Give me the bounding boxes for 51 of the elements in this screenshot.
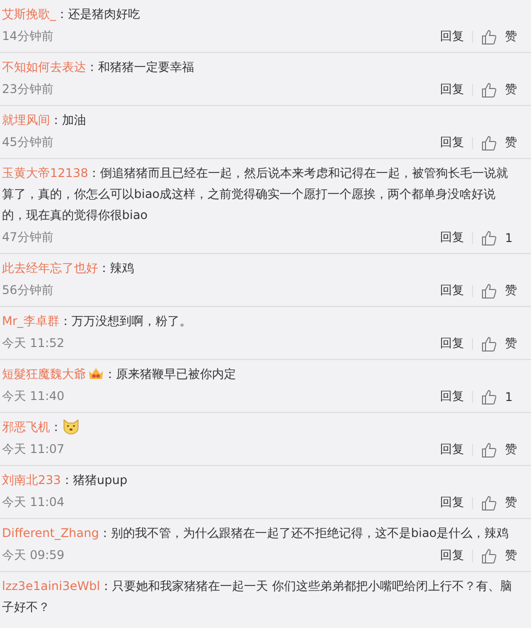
like-count[interactable]: 赞 [505,441,519,458]
like-count[interactable]: 1 [505,390,519,404]
thumbs-up-icon[interactable] [481,494,497,510]
comment-time: 今天 09:59 [2,547,64,564]
thumbs-up-icon[interactable] [481,134,497,150]
comment-text: Different_Zhang：别的我不管，为什么跟猪在一起了还不拒绝记得，这不是biao是什么，辣鸡 [2,525,510,542]
reply-link[interactable]: 回复 [440,81,464,98]
thumbs-up-icon[interactable] [481,442,497,458]
comment-text: 刘南北233：猪猪upup [2,472,128,489]
comment-time: 今天 11:40 [2,388,64,405]
comment-text: 不知如何去表达：和猪猪一定要幸福 [2,59,195,76]
comment-text: 就埋风间：加油 [2,112,87,129]
comment-text: lzz3e1aini3eWbl：只要她和我家猪猪在一起一天 你们这些弟弟都把小嘴吧给闭上行不？有、脑子好不？ [2,578,513,616]
comment-time: 47分钟前 [2,229,54,246]
reply-link[interactable]: 回复 [440,388,464,405]
reply-link[interactable]: 回复 [440,229,464,246]
like-count[interactable]: 1 [505,230,519,244]
like-count[interactable]: 赞 [505,134,519,151]
comment-time: 56分钟前 [2,282,54,299]
comment-text: 此去经年忘了也好：辣鸡 [2,260,135,277]
reply-link[interactable]: 回复 [440,282,464,299]
comment-time: 23分钟前 [2,81,54,98]
comment-text: Mr_李卓群：万万没想到啊，粉了。 [2,313,192,330]
like-count[interactable]: 赞 [505,494,519,511]
thumbs-up-icon[interactable] [481,548,497,564]
like-count[interactable]: 赞 [505,81,519,98]
reply-link[interactable]: 回复 [440,335,464,352]
comment-time: 14分钟前 [2,28,54,45]
comment-time: 今天 11:04 [2,494,64,511]
reply-link[interactable]: 回复 [440,441,464,458]
thumbs-up-icon[interactable] [481,230,497,246]
thumbs-up-icon[interactable] [481,282,497,298]
comment-time: 今天 11:07 [2,441,64,458]
reply-link[interactable]: 回复 [440,494,464,511]
thumbs-up-icon[interactable] [481,28,497,44]
comment-text: 邪恶飞机： [2,417,519,438]
comment-text: 玉黄大帝12138：倒追猪猪而且已经在一起，然后说本来考虑和记得在一起，被管狗长毛一说就算了，真的，你怎么可以biao成这样，之前觉得确实一个愿打一个愿挨，两个都单身没啥好说的，现在真的觉得你很biao [2,165,510,224]
reply-link[interactable]: 回复 [440,28,464,45]
comment-text: 艾斯挽歌_：还是猪肉好吃 [2,6,141,23]
like-count[interactable]: 赞 [505,547,519,564]
comment-time: 今天 11:52 [2,335,64,352]
comment-time: 45分钟前 [2,134,54,151]
like-count[interactable]: 赞 [505,335,519,352]
thumbs-up-icon[interactable] [481,82,497,98]
reply-link[interactable]: 回复 [440,547,464,564]
thumbs-up-icon[interactable] [481,336,497,352]
reply-link[interactable]: 回复 [440,134,464,151]
like-count[interactable]: 赞 [505,28,519,45]
thumbs-up-icon[interactable] [481,388,497,404]
comment-text: 短髮狂魔魏大爺 ：原来猪鞭早已被你内定 [2,365,237,383]
like-count[interactable]: 赞 [505,282,519,299]
